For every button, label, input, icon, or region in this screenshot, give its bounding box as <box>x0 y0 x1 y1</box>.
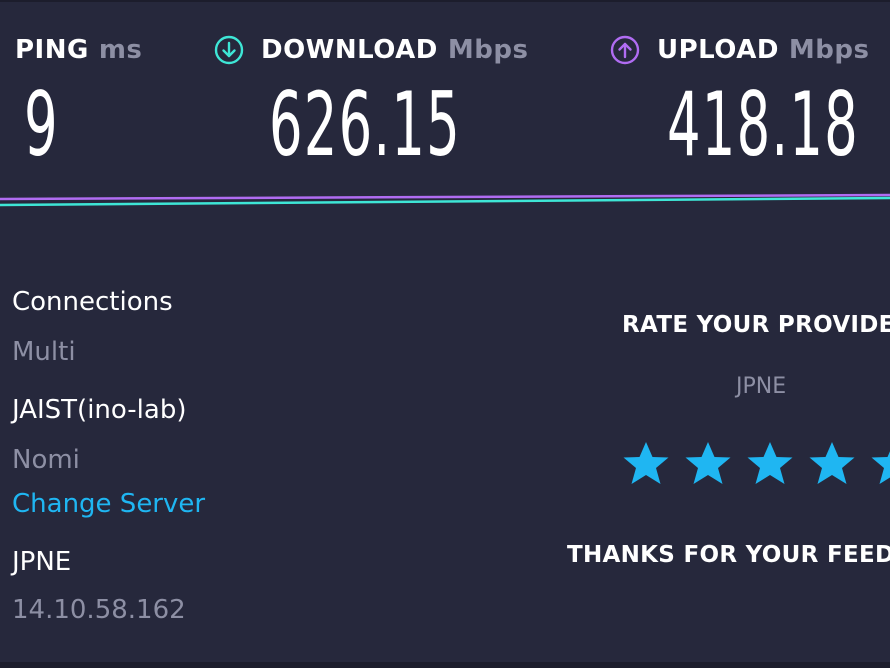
star-icon[interactable] <box>808 440 856 488</box>
speed-graph <box>0 193 890 207</box>
download-metric: DOWNLOAD Mbps 626.15 <box>214 32 528 169</box>
speedtest-result-panel: PING ms 9 DOWNLOAD Mbps 626.15 UPLOAD Mb <box>0 0 890 668</box>
upload-unit: Mbps <box>788 35 870 65</box>
ping-unit: ms <box>98 35 143 65</box>
rated-provider-name: JPNE <box>736 374 787 399</box>
download-label: DOWNLOAD <box>261 35 438 65</box>
feedback-thanks-message: THANKS FOR YOUR FEEDBACK <box>567 542 890 568</box>
connections-title: Connections <box>12 287 173 317</box>
star-icon[interactable] <box>870 440 890 488</box>
upload-metric: UPLOAD Mbps 418.18 <box>610 32 870 169</box>
star-icon[interactable] <box>622 440 670 488</box>
isp-ip-address: 14.10.58.162 <box>12 595 186 625</box>
upload-value: 418.18 <box>667 73 859 176</box>
change-server-link[interactable]: Change Server <box>12 489 205 519</box>
star-icon[interactable] <box>684 440 732 488</box>
upload-arrow-icon <box>610 35 640 65</box>
upload-label: UPLOAD <box>657 35 779 65</box>
ping-label-row: PING ms <box>15 32 142 68</box>
download-unit: Mbps <box>447 35 529 65</box>
download-label-row: DOWNLOAD Mbps <box>214 32 528 68</box>
rate-provider-title: RATE YOUR PROVIDER <box>622 312 890 338</box>
ping-value: 9 <box>24 73 59 176</box>
server-name: JAIST(ino-lab) <box>12 395 187 425</box>
download-arrow-icon <box>214 35 244 65</box>
download-value: 626.15 <box>269 73 461 176</box>
server-location: Nomi <box>12 445 80 475</box>
star-icon[interactable] <box>746 440 794 488</box>
isp-name: JPNE <box>12 547 72 577</box>
ping-metric: PING ms 9 <box>15 32 142 169</box>
upload-label-row: UPLOAD Mbps <box>610 32 870 68</box>
connections-value: Multi <box>12 337 76 367</box>
ping-label: PING <box>15 35 89 65</box>
